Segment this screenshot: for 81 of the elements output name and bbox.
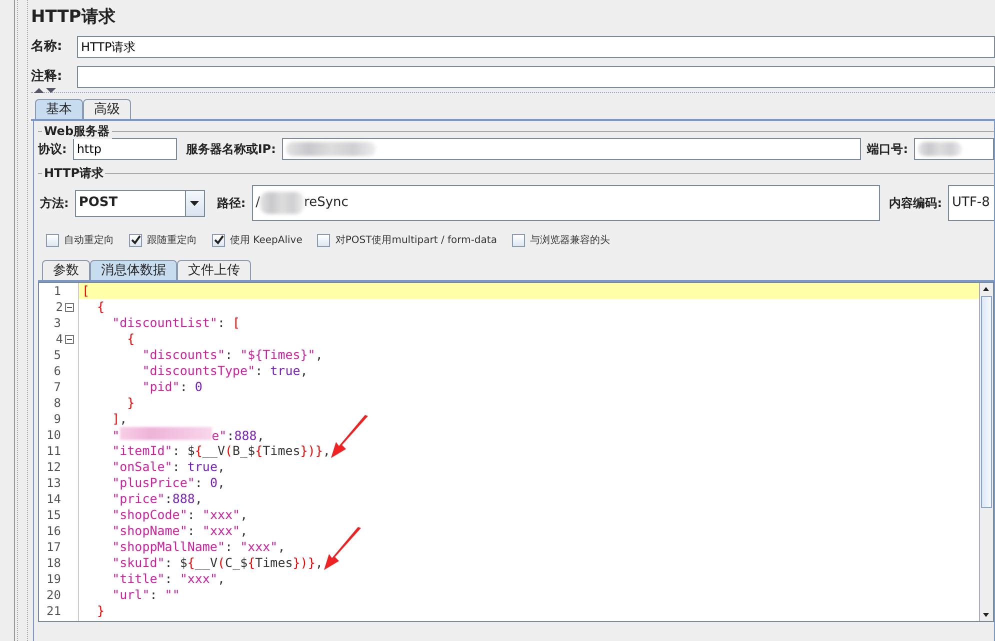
line-number: 16 bbox=[46, 523, 61, 539]
comment-field[interactable] bbox=[77, 66, 995, 88]
line-number: 21 bbox=[46, 603, 61, 619]
tab[interactable]: 文件上传 bbox=[177, 260, 251, 280]
checkbox[interactable] bbox=[317, 234, 330, 246]
code-line: [ bbox=[82, 283, 90, 299]
code-line: "onSale": true, bbox=[111, 459, 226, 475]
tab[interactable]: 参数 bbox=[42, 260, 90, 280]
line-number: 18 bbox=[46, 555, 61, 571]
code-line: { bbox=[96, 299, 105, 315]
code-line: "title": "xxx", bbox=[111, 571, 226, 587]
code-line: "plusPrice": 0, bbox=[111, 475, 226, 491]
code-line: "shoppMallName": "xxx", bbox=[111, 539, 286, 555]
field-label: 端口号: bbox=[867, 141, 908, 158]
line-number: 5 bbox=[54, 347, 61, 363]
protocol-field[interactable]: http bbox=[72, 138, 177, 160]
code-line: " e":888, bbox=[111, 426, 264, 444]
line-number: 20 bbox=[46, 587, 61, 603]
option-label: 对POST使用multipart / form-data bbox=[335, 234, 497, 248]
line-number: 6 bbox=[54, 363, 61, 379]
line-number: 9 bbox=[54, 411, 61, 427]
code-line: } bbox=[126, 395, 135, 411]
line-number: 14 bbox=[46, 491, 61, 507]
port-field[interactable] bbox=[914, 138, 994, 160]
code-line: "price":888, bbox=[111, 491, 202, 507]
checkbox[interactable] bbox=[129, 234, 142, 246]
option-label: 跟随重定向 bbox=[147, 234, 197, 248]
code-line: } bbox=[96, 603, 105, 619]
line-number: 15 bbox=[46, 507, 61, 523]
fold-icon[interactable] bbox=[65, 302, 74, 312]
field-label: 路径: bbox=[216, 195, 246, 212]
code-line: "shopName": "xxx", bbox=[111, 523, 248, 539]
field-label: 方法: bbox=[40, 195, 69, 212]
caret-icon bbox=[190, 200, 200, 206]
path-field[interactable]: / reSync bbox=[252, 185, 880, 221]
field-label: 注释: bbox=[31, 68, 64, 86]
option-label: 使用 KeepAlive bbox=[230, 234, 302, 248]
code-line: "itemId": ${__V(B_${Times})}, bbox=[111, 443, 330, 459]
code-line: "skuId": ${__V(C_${Times})}, bbox=[111, 555, 323, 571]
line-number: 3 bbox=[54, 315, 61, 331]
encoding-field[interactable]: UTF-8 bbox=[948, 185, 994, 221]
option-label: 自动重定向 bbox=[64, 234, 114, 248]
code-line: "discountList": [ bbox=[111, 315, 240, 331]
group-title: Web服务器 bbox=[42, 123, 112, 139]
scrollbar[interactable] bbox=[979, 283, 993, 621]
code-line: "pid": 0 bbox=[141, 379, 202, 395]
code-line: ], bbox=[111, 411, 128, 427]
code-line: "discounts": "${Times}", bbox=[141, 347, 323, 363]
collapse-arrows-icon[interactable] bbox=[34, 88, 56, 94]
line-number: 12 bbox=[46, 459, 61, 475]
line-number: 19 bbox=[46, 571, 61, 587]
line-number: 1 bbox=[54, 283, 61, 299]
line-number: 8 bbox=[54, 395, 61, 411]
checkbox[interactable] bbox=[46, 234, 59, 246]
fold-icon[interactable] bbox=[65, 334, 74, 344]
field-label: 服务器名称或IP: bbox=[186, 141, 276, 158]
field-label: 协议: bbox=[38, 141, 67, 158]
tab[interactable]: 高级 bbox=[83, 99, 131, 119]
checkbox[interactable] bbox=[512, 234, 525, 246]
line-number: 7 bbox=[54, 379, 61, 395]
line-number: 11 bbox=[46, 443, 61, 459]
line-number: 17 bbox=[46, 539, 61, 555]
name-field[interactable]: HTTP请求 bbox=[77, 36, 995, 58]
panel-title: HTTP请求 bbox=[31, 6, 116, 28]
field-label: 内容编码: bbox=[889, 195, 942, 212]
checkbox[interactable] bbox=[212, 234, 225, 246]
server-field[interactable] bbox=[282, 138, 862, 160]
field-label: 名称: bbox=[31, 38, 64, 56]
option-label: 与浏览器兼容的头 bbox=[530, 234, 610, 248]
code-line: "url": "" bbox=[111, 587, 180, 603]
group-title: HTTP请求 bbox=[42, 165, 106, 181]
line-number: 13 bbox=[46, 475, 61, 491]
line-number: 2 bbox=[56, 299, 63, 315]
code-line: { bbox=[126, 331, 135, 347]
tab[interactable]: 基本 bbox=[35, 99, 83, 119]
method-dropdown[interactable]: POST bbox=[74, 190, 205, 216]
tab[interactable]: 消息体数据 bbox=[90, 260, 177, 280]
code-line: "discountsType": true, bbox=[141, 363, 308, 379]
line-number: 10 bbox=[46, 427, 61, 443]
code-line: "shopCode": "xxx", bbox=[111, 507, 248, 523]
line-number: 4 bbox=[56, 331, 63, 347]
